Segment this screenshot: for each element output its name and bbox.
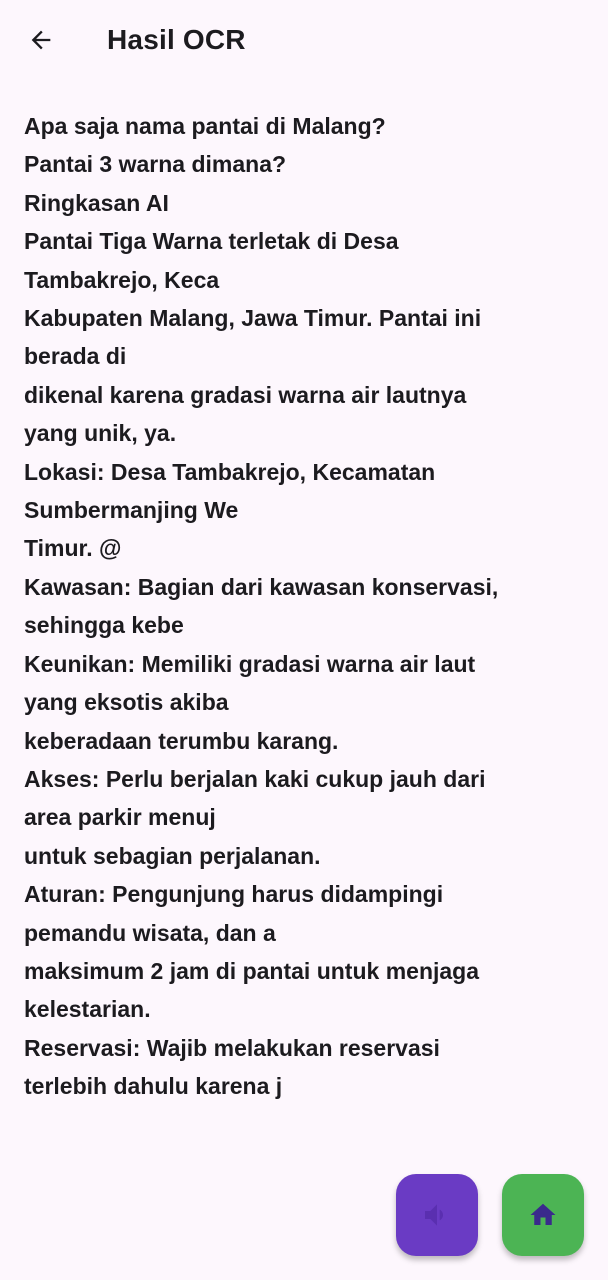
volume-icon (425, 1204, 443, 1226)
ocr-line: Tambakrejo, Keca (24, 266, 220, 293)
ocr-line: Pantai Tiga Warna terletak di Desa (24, 228, 399, 255)
page-title: Hasil OCR (107, 24, 246, 55)
ocr-line: Sumbermanjing We (24, 497, 239, 524)
home-button[interactable] (502, 1174, 584, 1256)
ocr-line: yang unik, ya. (24, 420, 177, 447)
ocr-line: keberadaan terumbu karang. (24, 727, 339, 754)
ocr-line: maksimum 2 jam di pantai untuk menjaga (24, 957, 480, 984)
ocr-line: dikenal karena gradasi warna air lautnya (24, 381, 467, 408)
ocr-line: area parkir menuj (24, 804, 216, 831)
back-button[interactable] (20, 18, 62, 62)
ocr-line: Kawasan: Bagian dari kawasan konservasi, (24, 573, 499, 600)
ocr-line: Timur. @ (24, 535, 122, 562)
ocr-line: Akses: Perlu berjalan kaki cukup jauh da… (24, 765, 486, 792)
ocr-line: Lokasi: Desa Tambakrejo, Kecamatan (24, 458, 436, 485)
ocr-line: terlebih dahulu karena j (24, 1073, 283, 1100)
ocr-line: sehingga kebe (24, 612, 184, 639)
ocr-line: untuk sebagian perjalanan. (24, 842, 321, 869)
ocr-line: pemandu wisata, dan a (24, 919, 276, 946)
app-bar: Hasil OCR (0, 0, 608, 82)
ocr-result-text: Apa saja nama pantai di Malang? Pantai 3… (24, 107, 569, 1106)
ocr-line: kelestarian. (24, 996, 151, 1023)
home-icon (530, 1203, 556, 1225)
ocr-line: yang eksotis akiba (24, 689, 229, 716)
ocr-line: Kabupaten Malang, Jawa Timur. Pantai ini (24, 305, 482, 332)
ocr-line: berada di (24, 343, 127, 370)
ocr-line: Apa saja nama pantai di Malang? (24, 113, 386, 139)
speak-button[interactable] (396, 1174, 478, 1256)
ocr-line: Keunikan: Memiliki gradasi warna air lau… (24, 650, 476, 677)
ocr-line: Reservasi: Wajib melakukan reservasi (24, 1034, 440, 1061)
arrow-back-icon (31, 30, 51, 50)
ocr-line: Aturan: Pengunjung harus didampingi (24, 881, 444, 908)
ocr-line: Ringkasan AI (24, 189, 169, 216)
ocr-line: Pantai 3 warna dimana? (24, 151, 287, 178)
